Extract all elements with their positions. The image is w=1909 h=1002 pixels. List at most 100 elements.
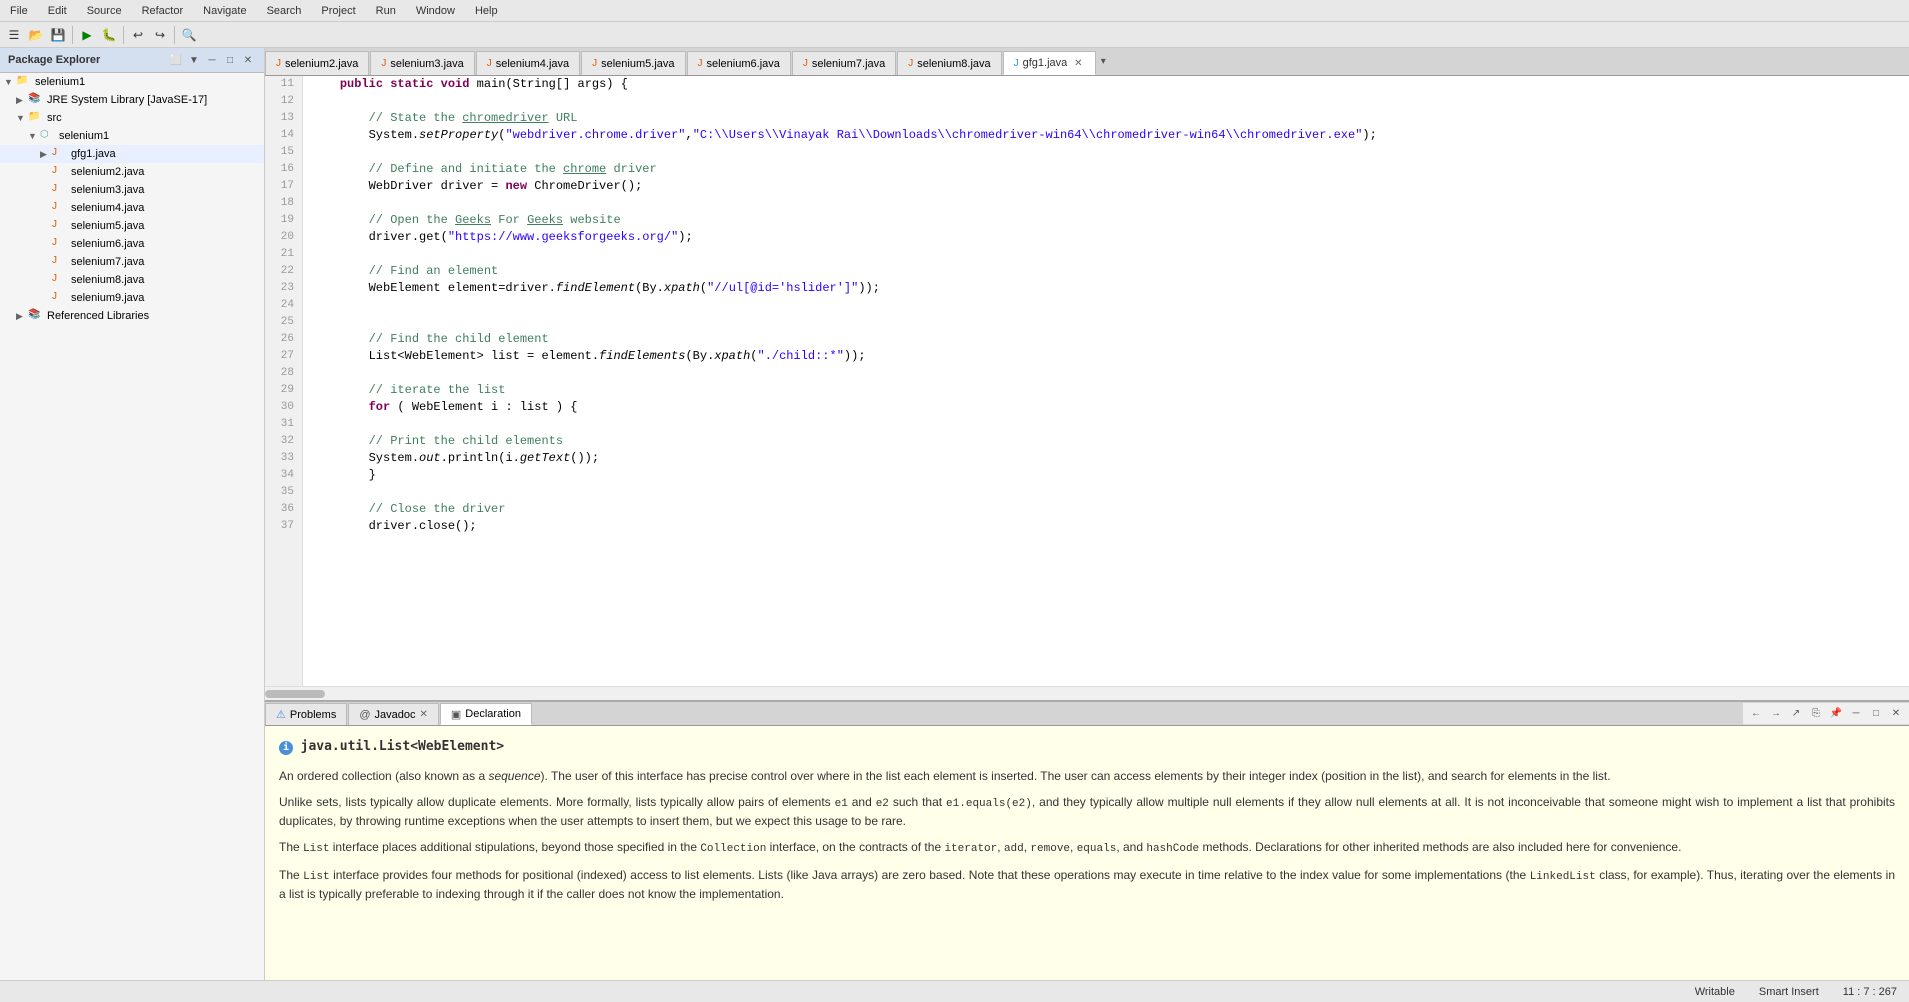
sidebar-header: Package Explorer ⬜ ▼ ─ □ ✕ [0, 48, 264, 73]
code-line-35 [311, 484, 1901, 501]
sidebar-item-selenium9[interactable]: J selenium9.java [0, 289, 264, 307]
toolbar-new-btn[interactable]: ☰ [4, 25, 24, 45]
library-icon: 📚 [28, 309, 44, 323]
tab-label: selenium2.java [285, 58, 358, 70]
tab-label: Javadoc [375, 709, 416, 721]
maximize-btn[interactable]: □ [1867, 705, 1885, 723]
menu-run[interactable]: Run [370, 3, 402, 19]
pin-btn[interactable]: 📌 [1827, 705, 1845, 723]
toolbar-sep1 [72, 26, 73, 44]
menu-source[interactable]: Source [81, 3, 128, 19]
sidebar-item-referenced-libraries[interactable]: ▶ 📚 Referenced Libraries [0, 307, 264, 325]
status-bar: Writable Smart Insert 11 : 7 : 267 [0, 980, 1909, 1002]
sidebar-item-selenium1-pkg[interactable]: ▼ ⬡ selenium1 [0, 127, 264, 145]
tab-declaration[interactable]: ▣ Declaration [440, 703, 532, 725]
sidebar-item-label: gfg1.java [71, 148, 116, 160]
sidebar-max-btn[interactable]: □ [222, 52, 238, 68]
tab-label: selenium5.java [601, 58, 674, 70]
main-area: Package Explorer ⬜ ▼ ─ □ ✕ ▼ 📁 selenium1… [0, 48, 1909, 980]
menu-project[interactable]: Project [315, 3, 361, 19]
tab-label: selenium6.java [707, 58, 780, 70]
at-icon: @ [359, 709, 370, 721]
status-insert-mode[interactable]: Smart Insert [1755, 986, 1823, 998]
menu-window[interactable]: Window [410, 3, 461, 19]
sidebar-item-selenium4[interactable]: J selenium4.java [0, 199, 264, 217]
sidebar-item-gfg1[interactable]: ▶ J gfg1.java [0, 145, 264, 163]
sidebar-collapse-btn[interactable]: ⬜ [168, 52, 184, 68]
tab-selenium7[interactable]: J selenium7.java [792, 51, 896, 75]
sidebar-item-selenium8[interactable]: J selenium8.java [0, 271, 264, 289]
sidebar-item-label: src [47, 112, 62, 124]
code-line-20: driver.get("https://www.geeksforgeeks.or… [311, 229, 1901, 246]
code-line-23: WebElement element=driver.findElement(By… [311, 280, 1901, 297]
forward-btn[interactable]: → [1767, 705, 1785, 723]
copy-btn[interactable]: ⎘ [1807, 705, 1825, 723]
toolbar-run-btn[interactable]: ▶ [77, 25, 97, 45]
menu-navigate[interactable]: Navigate [197, 3, 252, 19]
toolbar-open-btn[interactable]: 📂 [26, 25, 46, 45]
tab-selenium2[interactable]: J selenium2.java [265, 51, 369, 75]
java-icon: J [381, 58, 386, 69]
tab-selenium8[interactable]: J selenium8.java [897, 51, 1001, 75]
sidebar-header-icons: ⬜ ▼ ─ □ ✕ [168, 52, 256, 68]
menu-file[interactable]: File [4, 3, 34, 19]
project-icon: 📁 [16, 75, 32, 89]
sidebar: Package Explorer ⬜ ▼ ─ □ ✕ ▼ 📁 selenium1… [0, 48, 265, 980]
code-line-12 [311, 93, 1901, 110]
tab-javadoc[interactable]: @ Javadoc ✕ [348, 703, 439, 725]
sidebar-item-selenium3[interactable]: J selenium3.java [0, 181, 264, 199]
tab-selenium6[interactable]: J selenium6.java [687, 51, 791, 75]
menu-edit[interactable]: Edit [42, 3, 73, 19]
java-file-icon: J [52, 183, 68, 197]
toolbar-undo-btn[interactable]: ↩ [128, 25, 148, 45]
tab-label: selenium7.java [812, 58, 885, 70]
toolbar-sep3 [174, 26, 175, 44]
tab-label: Problems [290, 709, 336, 721]
sidebar-item-jre[interactable]: ▶ 📚 JRE System Library [JavaSE-17] [0, 91, 264, 109]
code-line-13: // State the chromedriver URL [311, 110, 1901, 127]
tab-overflow-btn[interactable]: ▾ [1097, 48, 1109, 75]
back-btn[interactable]: ← [1747, 705, 1765, 723]
code-line-29: // iterate the list [311, 382, 1901, 399]
sidebar-menu-btn[interactable]: ▼ [186, 52, 202, 68]
minimize-btn[interactable]: ─ [1847, 705, 1865, 723]
toolbar-search-btn[interactable]: 🔍 [179, 25, 199, 45]
open-external-btn[interactable]: ↗ [1787, 705, 1805, 723]
status-position: 11 : 7 : 267 [1839, 986, 1901, 998]
code-content: 11 12 13 14 15 16 17 18 19 20 21 22 23 2… [265, 76, 1909, 686]
java-icon: J [592, 58, 597, 69]
javadoc-title: i java.util.List<WebElement> [279, 736, 1895, 757]
toolbar-save-btn[interactable]: 💾 [48, 25, 68, 45]
tab-problems[interactable]: ⚠ Problems [265, 703, 347, 725]
toolbar-redo-btn[interactable]: ↪ [150, 25, 170, 45]
close-panel-btn[interactable]: ✕ [1887, 705, 1905, 723]
sidebar-item-selenium1[interactable]: ▼ 📁 selenium1 [0, 73, 264, 91]
sidebar-close-btn[interactable]: ✕ [240, 52, 256, 68]
horizontal-scrollbar[interactable] [265, 686, 1909, 700]
menu-search[interactable]: Search [261, 3, 308, 19]
bottom-tab-close-btn[interactable]: ✕ [420, 709, 428, 720]
tab-label: selenium3.java [390, 58, 463, 70]
tab-selenium5[interactable]: J selenium5.java [581, 51, 685, 75]
java-file-icon: J [52, 291, 68, 305]
editor-area: J selenium2.java J selenium3.java J sele… [265, 48, 1909, 980]
sidebar-item-selenium7[interactable]: J selenium7.java [0, 253, 264, 271]
tab-gfg1[interactable]: J gfg1.java ✕ [1003, 51, 1097, 75]
toolbar: ☰ 📂 💾 ▶ 🐛 ↩ ↪ 🔍 [0, 22, 1909, 48]
sidebar-item-selenium5[interactable]: J selenium5.java [0, 217, 264, 235]
code-editor[interactable]: 11 12 13 14 15 16 17 18 19 20 21 22 23 2… [265, 76, 1909, 700]
code-lines: public static void main(String[] args) {… [303, 76, 1909, 686]
toolbar-debug-btn[interactable]: 🐛 [99, 25, 119, 45]
sidebar-min-btn[interactable]: ─ [204, 52, 220, 68]
tab-selenium3[interactable]: J selenium3.java [370, 51, 474, 75]
menu-refactor[interactable]: Refactor [136, 3, 190, 19]
tab-selenium4[interactable]: J selenium4.java [476, 51, 580, 75]
sidebar-item-selenium6[interactable]: J selenium6.java [0, 235, 264, 253]
tab-close-btn[interactable]: ✕ [1071, 56, 1085, 70]
sidebar-item-src[interactable]: ▼ 📁 src [0, 109, 264, 127]
menu-help[interactable]: Help [469, 3, 504, 19]
code-line-17: WebDriver driver = new ChromeDriver(); [311, 178, 1901, 195]
status-writable[interactable]: Writable [1691, 986, 1739, 998]
javadoc-content: i java.util.List<WebElement> An ordered … [265, 726, 1909, 980]
sidebar-item-selenium2[interactable]: J selenium2.java [0, 163, 264, 181]
